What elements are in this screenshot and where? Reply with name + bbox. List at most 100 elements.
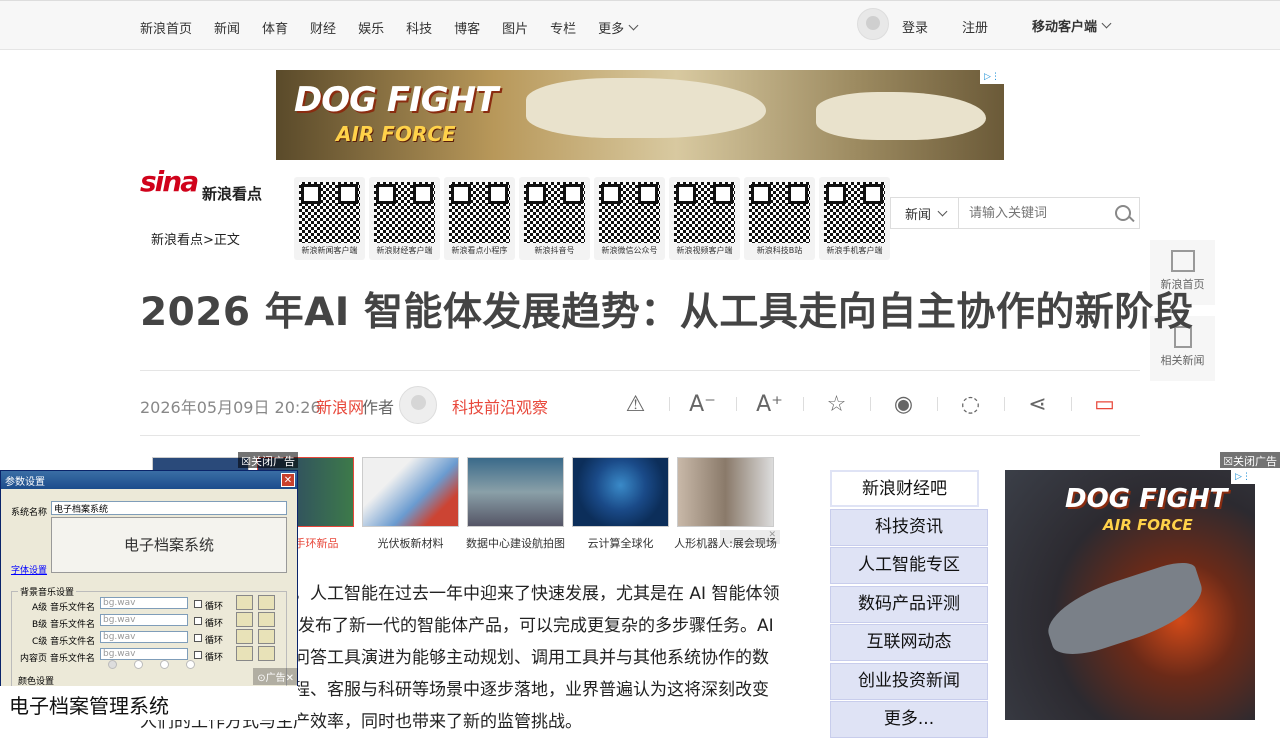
mobile-client-dropdown[interactable]: 移动客户端 xyxy=(1032,16,1112,35)
chevron-down-icon xyxy=(1101,18,1112,29)
source-link[interactable]: 新浪网 xyxy=(316,394,364,418)
font-increase-icon[interactable]: A⁺ xyxy=(736,389,803,419)
nav-link-blog[interactable]: 博客 xyxy=(454,18,480,37)
share-icon[interactable]: ⋖ xyxy=(1004,389,1071,419)
qr-caption: 新浪抖音号 xyxy=(534,246,575,255)
close-ad-icon[interactable]: ✕ xyxy=(720,530,780,544)
thumb-item[interactable]: 光伏板新材料 xyxy=(358,457,463,551)
avatar[interactable] xyxy=(857,8,889,40)
loop-label: 循环 xyxy=(205,619,224,629)
search-input[interactable] xyxy=(959,198,1111,228)
folder-icon xyxy=(236,612,253,627)
qr-caption: 新浪手机客户端 xyxy=(826,246,883,255)
weibo-share-icon[interactable]: ◉ xyxy=(870,389,937,419)
carousel-dot[interactable] xyxy=(134,660,143,669)
top-banner-ad[interactable]: DOG FIGHT AIR FORCE ▷⋮ xyxy=(276,70,1004,160)
nav-link-ent[interactable]: 娱乐 xyxy=(358,18,384,37)
qr-image xyxy=(599,182,660,243)
author-link[interactable]: 科技前沿观察 xyxy=(452,394,548,418)
nav-link-home[interactable]: 新浪首页 xyxy=(140,18,192,37)
login-link[interactable]: 登录 xyxy=(902,17,928,36)
list-item[interactable]: 数码产品评测 xyxy=(830,585,988,623)
close-ad-label: 关闭广告 xyxy=(1233,455,1277,468)
nav-link-photo[interactable]: 图片 xyxy=(502,18,528,37)
top-nav-links: 新浪首页 新闻 体育 财经 娱乐 科技 博客 图片 专栏 更多 xyxy=(140,18,659,37)
qr-image xyxy=(449,182,510,243)
search-scope-label: 新闻 xyxy=(905,207,932,223)
list-item[interactable]: 人工智能专区 xyxy=(830,547,988,584)
list-item[interactable]: 科技资讯 xyxy=(830,508,988,546)
close-ad-label: 关闭广告 xyxy=(251,455,295,468)
qr-code: 新浪财经客户端 xyxy=(369,177,440,260)
list-item[interactable]: 互联网动态 xyxy=(830,624,988,661)
ad-label: ⊙广告✕ xyxy=(253,668,298,685)
qr-caption: 新浪看点小程序 xyxy=(451,246,508,255)
author-avatar[interactable] xyxy=(399,386,437,424)
mobile-client-label: 移动客户端 xyxy=(1032,20,1098,35)
nav-link-sports[interactable]: 体育 xyxy=(262,18,288,37)
nav-link-column[interactable]: 专栏 xyxy=(550,18,576,37)
comment-icon[interactable]: ▭ xyxy=(1071,389,1138,419)
jet-graphic xyxy=(1039,556,1211,664)
adchoices-icon[interactable]: ▷⋮ xyxy=(980,70,1004,84)
carousel-dot[interactable] xyxy=(160,660,169,669)
ad-subline: AIR FORCE xyxy=(1103,516,1193,534)
music-settings-group: 背景音乐设置 A级 音乐文件名 bg.wav 循环 B级 音乐文件名 bg.wa… xyxy=(11,585,287,687)
nav-more-dropdown[interactable]: 更多 xyxy=(598,18,639,37)
thumb-item[interactable]: 云计算全球化 xyxy=(568,457,673,551)
folder-icon xyxy=(236,629,253,644)
plane-graphic xyxy=(816,92,986,140)
play-icon xyxy=(258,629,275,644)
breadcrumb[interactable]: 新浪看点>正文 xyxy=(151,229,240,248)
window-titlebar: 参数设置 ✕ xyxy=(1,471,297,489)
folder-icon xyxy=(236,595,253,610)
loop-label: 循环 xyxy=(205,602,224,612)
carousel-dot[interactable] xyxy=(186,660,195,669)
qr-caption: 新浪新闻客户端 xyxy=(301,246,358,255)
author-label: 作者 xyxy=(362,398,395,417)
publish-date: 2026年05月09日 20:26 xyxy=(140,398,321,417)
adchoices-icon[interactable]: ▷⋮ xyxy=(1231,470,1255,484)
close-ad-button[interactable]: ☒关闭广告 xyxy=(238,452,298,468)
ad-headline: DOG FIGHT xyxy=(1065,484,1228,514)
play-icon xyxy=(258,612,275,627)
font-decrease-icon[interactable]: A⁻ xyxy=(669,389,736,419)
qr-code-row: 新浪新闻客户端 新浪财经客户端 新浪看点小程序 新浪抖音号 新浪微信公众号 新浪… xyxy=(294,177,890,260)
row-field: bg.wav xyxy=(100,614,188,626)
top-navigation-bar: 新浪首页 新闻 体育 财经 娱乐 科技 博客 图片 专栏 更多 登录 注册 移动… xyxy=(0,0,1280,50)
loop-label: 循环 xyxy=(205,636,224,646)
favorite-star-icon[interactable]: ☆ xyxy=(803,389,870,419)
row-field: bg.wav xyxy=(100,597,188,609)
carousel-dots xyxy=(108,660,195,669)
nav-link-finance[interactable]: 财经 xyxy=(310,18,336,37)
ad-label-text: 广告 xyxy=(265,673,286,684)
window-title: 参数设置 xyxy=(5,477,45,488)
list-item[interactable]: 新浪财经吧 xyxy=(830,470,979,507)
row-field: bg.wav xyxy=(100,648,188,660)
window-close-icon: ✕ xyxy=(281,473,295,487)
search-scope-select[interactable]: 新闻 xyxy=(891,198,959,228)
wechat-share-icon[interactable]: ◌ xyxy=(937,389,1004,419)
sina-logo[interactable]: sina 新浪看点 xyxy=(140,165,280,211)
thumb-caption: 光伏板新材料 xyxy=(377,537,444,550)
close-ad-button[interactable]: ☒关闭广告 xyxy=(1220,452,1280,468)
nav-link-news[interactable]: 新闻 xyxy=(214,18,240,37)
qr-caption: 新浪微信公众号 xyxy=(601,246,658,255)
list-item[interactable]: 创业投资新闻 xyxy=(830,662,988,700)
qr-caption: 新浪财经客户端 xyxy=(376,246,433,255)
settings-window-ad[interactable]: 参数设置 ✕ 系统名称 电子档案系统 电子档案系统 字体设置 背景音乐设置 A级 … xyxy=(0,470,298,690)
ad-caption[interactable]: 电子档案管理系统 xyxy=(0,686,298,720)
thumb-image xyxy=(572,457,669,527)
right-ad-banner[interactable]: DOG FIGHT AIR FORCE ▷⋮ xyxy=(1005,470,1255,720)
search-icon[interactable] xyxy=(1111,198,1139,228)
user-area xyxy=(857,8,889,40)
nav-link-tech[interactable]: 科技 xyxy=(406,18,432,37)
report-icon[interactable]: ⚠ xyxy=(602,389,669,419)
row-label: C级 音乐文件名 xyxy=(32,637,96,647)
carousel-dot[interactable] xyxy=(108,660,117,669)
thumb-image xyxy=(467,457,564,527)
qr-code: 新浪视频客户端 xyxy=(669,177,740,260)
register-link[interactable]: 注册 xyxy=(962,17,988,36)
thumb-item[interactable]: 数据中心建设航拍图 xyxy=(463,457,568,551)
floating-ad-left: ☒关闭广告 参数设置 ✕ 系统名称 电子档案系统 电子档案系统 字体设置 背景音乐… xyxy=(0,452,298,720)
